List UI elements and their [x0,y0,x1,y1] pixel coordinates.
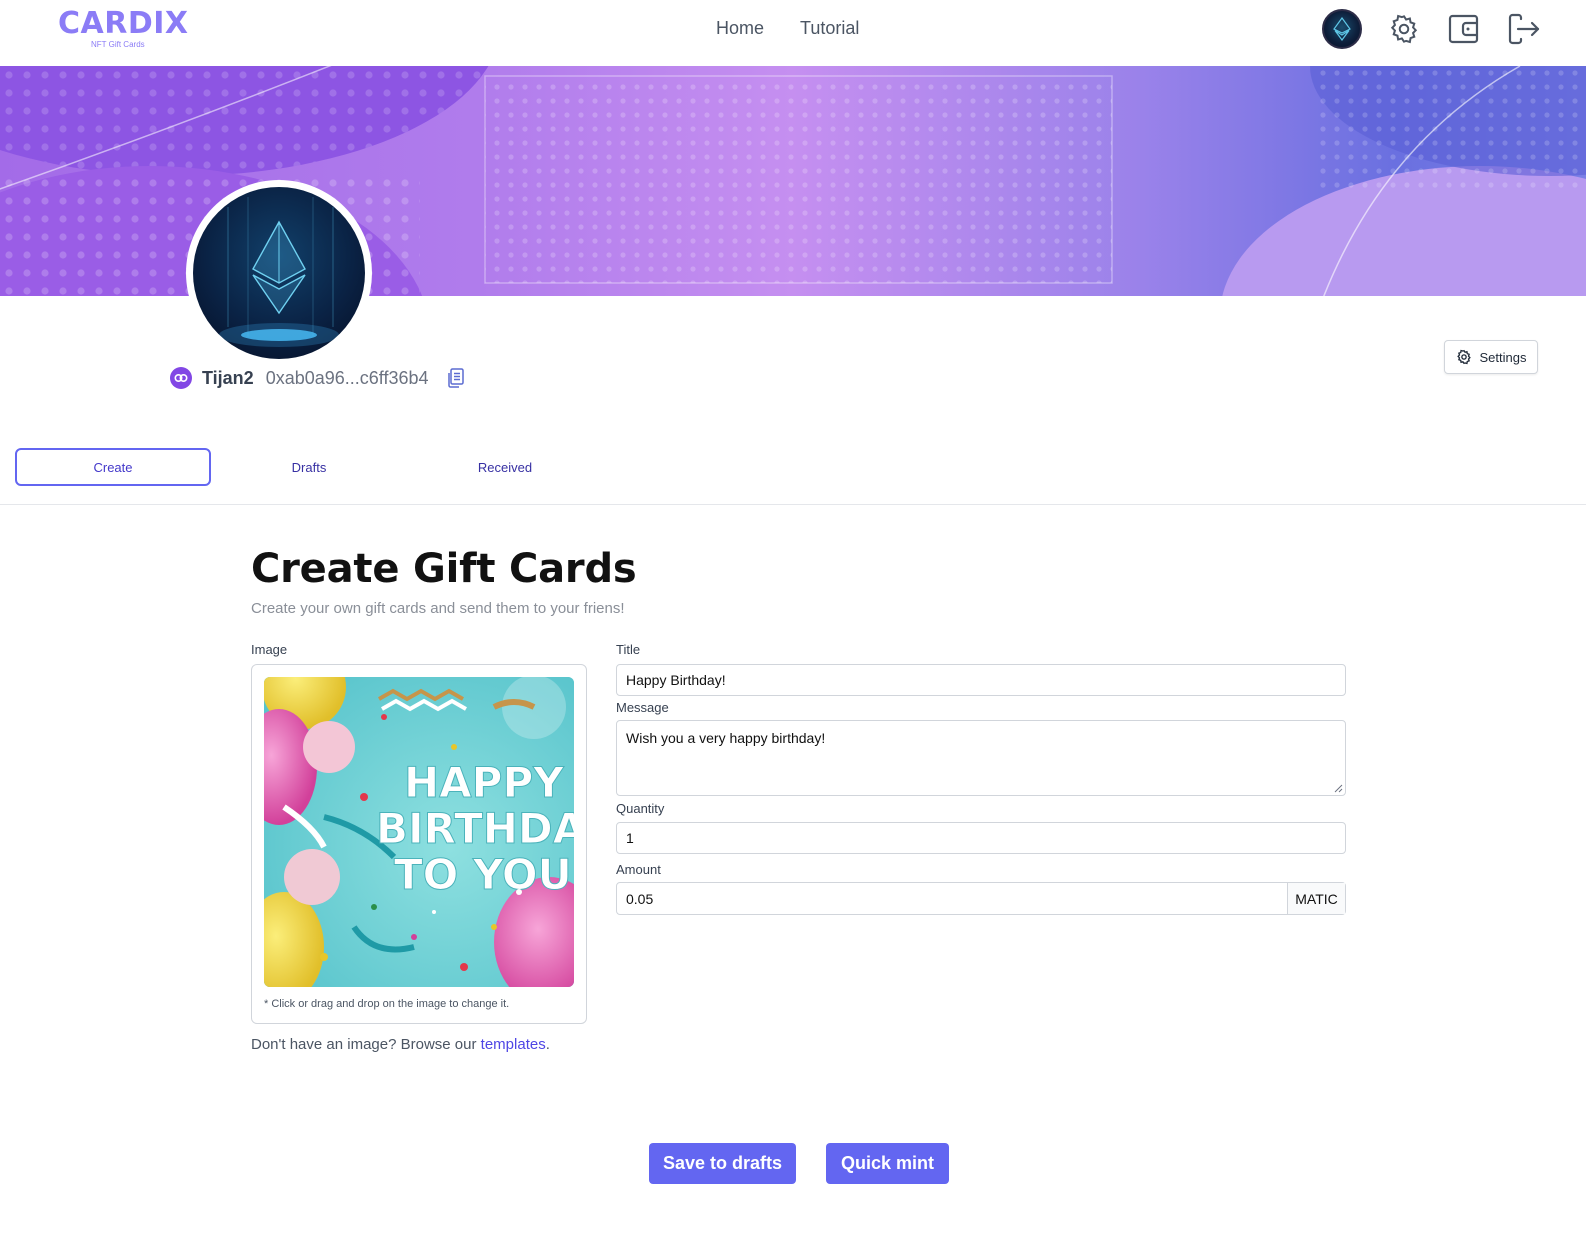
top-navbar: CARDIX NFT Gift Cards Home Tutorial [0,0,1586,66]
save-to-drafts-button[interactable]: Save to drafts [649,1143,796,1184]
polygon-icon [170,367,192,389]
image-dropzone[interactable]: HAPPY BIRTHDAY TO YOU! * Click or drag a… [251,664,587,1024]
quick-mint-button[interactable]: Quick mint [826,1143,949,1184]
tab-drafts[interactable]: Drafts [211,448,407,486]
browse-templates-text: Don't have an image? Browse our template… [251,1036,550,1053]
browse-suffix: . [545,1036,550,1053]
profile-avatar-image [193,187,365,359]
quantity-label: Quantity [616,801,665,816]
copy-icon[interactable] [447,368,465,388]
tab-received[interactable]: Received [407,448,603,486]
nav-home-link[interactable]: Home [716,18,764,39]
gear-icon [1456,349,1471,365]
image-text-line-1: HAPPY [404,758,564,807]
tabs-divider [0,504,1586,505]
wallet-icon[interactable] [1446,11,1482,47]
logo-text: CARDIX [58,6,189,41]
amount-field: 0.05 MATIC [616,882,1346,915]
settings-button-label: Settings [1479,349,1527,365]
gift-card-image[interactable]: HAPPY BIRTHDAY TO YOU! [264,677,574,987]
amount-label: Amount [616,862,661,877]
logout-icon[interactable] [1506,11,1542,47]
logo[interactable]: CARDIX NFT Gift Cards [58,6,189,50]
templates-link[interactable]: templates [481,1036,546,1053]
quantity-input[interactable]: 1 [616,822,1346,854]
amount-unit: MATIC [1287,883,1345,914]
profile-tabs: Create Drafts Received [15,448,603,486]
nav-avatar[interactable] [1322,9,1362,49]
username: Tijan2 [202,367,254,388]
title-label: Title [616,642,641,657]
browse-prefix: Don't have an image? Browse our [251,1036,481,1053]
settings-button[interactable]: Settings [1444,340,1538,374]
resize-handle-icon[interactable] [1333,783,1343,793]
page-subtitle: Create your own gift cards and send them… [251,600,625,617]
profile-avatar[interactable] [186,180,372,366]
image-hint: * Click or drag and drop on the image to… [264,998,510,1010]
logo-subtitle: NFT Gift Cards [91,40,145,49]
image-text-line-2: BIRTHDAY [376,804,574,853]
gear-icon[interactable] [1386,11,1422,47]
message-text: Wish you a very happy birthday! [626,730,826,746]
profile-info: Tijan2 0xab0a96...c6ff36b4 [170,366,465,390]
image-label: Image [251,642,288,657]
message-textarea[interactable]: Wish you a very happy birthday! [616,720,1346,796]
ethereum-icon [1333,17,1351,41]
nav-links: Home Tutorial [716,18,859,39]
ethereum-icon [219,197,339,347]
amount-input[interactable]: 0.05 [617,883,1287,914]
tab-create[interactable]: Create [15,448,211,486]
wallet-address: 0xab0a96...c6ff36b4 [265,367,429,388]
message-label: Message [616,700,669,715]
image-text-line-3: TO YOU! [394,850,574,899]
page-title: Create Gift Cards [251,546,637,592]
nav-icons [1322,9,1542,49]
title-input[interactable]: Happy Birthday! [616,664,1346,696]
nav-tutorial-link[interactable]: Tutorial [800,18,859,39]
